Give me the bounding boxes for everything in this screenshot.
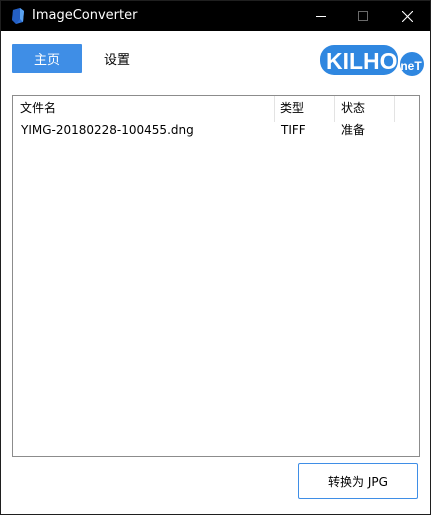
- convert-to-jpg-button[interactable]: 转换为 JPG: [298, 463, 418, 499]
- logo-suffix-text: .neT: [397, 59, 422, 73]
- tab-home[interactable]: 主页: [12, 44, 82, 73]
- column-header-status[interactable]: 状态: [335, 96, 395, 122]
- file-status-cell: 准备: [341, 123, 366, 137]
- tab-settings[interactable]: 设置: [92, 44, 142, 73]
- window-title: ImageConverter: [32, 8, 138, 23]
- logo-main-text: KILHO: [326, 48, 398, 74]
- file-name-cell: YIMG-20180228-100455.dng: [21, 123, 194, 137]
- title-bar[interactable]: ImageConverter: [1, 1, 430, 31]
- app-icon: [12, 8, 24, 24]
- close-icon: [401, 10, 413, 22]
- kilho-logo: KILHO .neT: [320, 45, 424, 76]
- close-button[interactable]: [384, 1, 430, 31]
- file-type-cell: TIFF: [281, 123, 306, 137]
- maximize-icon: [358, 11, 368, 21]
- column-header-name[interactable]: 文件名: [13, 96, 275, 122]
- app-window: ImageConverter 主页 设置 KILHO .neT 文件名 类型 状…: [0, 0, 431, 515]
- maximize-button[interactable]: [340, 1, 386, 31]
- file-list[interactable]: 文件名 类型 状态 YIMG-20180228-100455.dng TIFF …: [12, 95, 420, 457]
- column-header-type[interactable]: 类型: [275, 96, 335, 122]
- minimize-icon: [316, 16, 326, 17]
- minimize-button[interactable]: [298, 1, 344, 31]
